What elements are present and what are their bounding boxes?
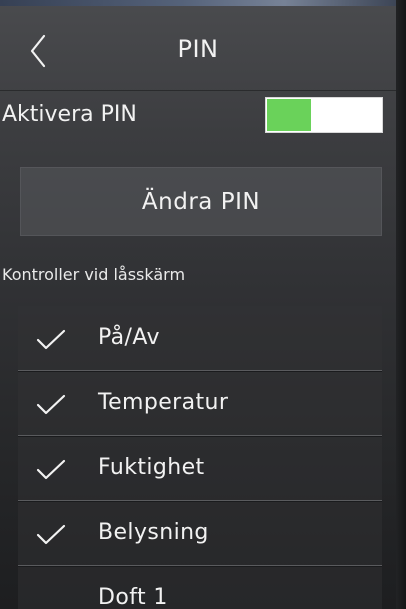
- check-icon: [36, 329, 66, 350]
- lock-screen-controls-title: Kontroller vid låsskärm: [2, 265, 186, 284]
- control-item-on-off[interactable]: På/Av: [18, 306, 382, 371]
- control-item-label: Fuktighet: [98, 455, 205, 480]
- control-item-lighting[interactable]: Belysning: [18, 501, 382, 566]
- screen-right-edge: [396, 0, 406, 609]
- activate-pin-row: Aktivera PIN: [0, 92, 396, 142]
- activate-pin-toggle[interactable]: [265, 97, 383, 133]
- change-pin-button[interactable]: Ändra PIN: [20, 167, 382, 236]
- check-icon: [36, 394, 66, 415]
- control-item-label: På/Av: [98, 325, 160, 350]
- page-title: PIN: [177, 35, 219, 63]
- toggle-on-indicator: [267, 99, 311, 131]
- check-icon: [36, 524, 66, 545]
- lock-screen-controls-list: På/Av Temperatur Fuktighet Belysning Dof…: [18, 306, 382, 609]
- control-item-temperature[interactable]: Temperatur: [18, 371, 382, 436]
- control-item-label: Doft 1: [98, 585, 168, 609]
- control-item-scent-1[interactable]: Doft 1: [18, 566, 382, 609]
- activate-pin-label: Aktivera PIN: [2, 102, 137, 127]
- check-icon: [36, 459, 66, 480]
- header-bar: PIN: [0, 6, 396, 91]
- change-pin-label: Ändra PIN: [141, 189, 261, 215]
- control-item-humidity[interactable]: Fuktighet: [18, 436, 382, 501]
- control-item-label: Belysning: [98, 520, 209, 545]
- control-item-label: Temperatur: [98, 390, 229, 415]
